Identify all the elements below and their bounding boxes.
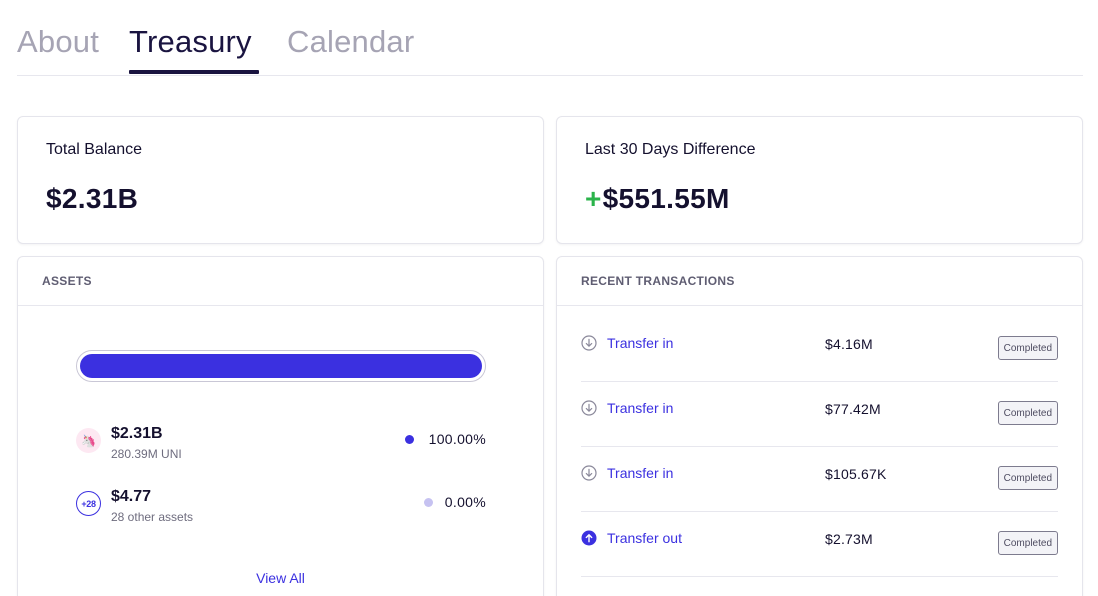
- transaction-type-link[interactable]: Transfer in: [607, 400, 673, 416]
- transaction-amount: $2.73M: [825, 531, 873, 547]
- transaction-type-link[interactable]: Transfer out: [607, 530, 682, 546]
- transaction-row[interactable]: Transfer out $2.73M Completed: [581, 512, 1058, 577]
- asset-percent: 100.00%: [428, 431, 486, 447]
- transaction-amount: $4.16M: [825, 336, 873, 352]
- asset-percent: 0.00%: [444, 494, 486, 510]
- arrow-down-circle-icon: [581, 465, 597, 481]
- arrow-down-circle-icon: [581, 335, 597, 351]
- transactions-title: RECENT TRANSACTIONS: [581, 274, 735, 288]
- total-balance-value: $2.31B: [46, 183, 139, 214]
- assets-panel-header: ASSETS: [18, 257, 543, 306]
- difference-label: Last 30 Days Difference: [585, 141, 756, 158]
- difference-card: Last 30 Days Difference +$551.55M: [556, 116, 1083, 244]
- asset-amount: $2.31B: [111, 425, 163, 442]
- status-badge: Completed: [997, 336, 1058, 360]
- more-assets-icon: +28: [76, 491, 101, 516]
- asset-legend-dot: [424, 498, 433, 507]
- tab-treasury[interactable]: Treasury: [129, 24, 252, 60]
- asset-distribution-bar: [76, 350, 486, 382]
- difference-value: $551.55M: [602, 183, 730, 214]
- asset-quantity: 280.39M UNI: [111, 447, 182, 461]
- transaction-amount: $77.42M: [825, 401, 881, 417]
- assets-title: ASSETS: [42, 274, 92, 288]
- status-badge: Completed: [997, 466, 1058, 490]
- assets-panel: ASSETS 🦄 $2.31B 280.39M UNI 100.00% +28 …: [17, 256, 544, 596]
- transaction-type-link[interactable]: Transfer in: [607, 335, 673, 351]
- total-balance-card: Total Balance $2.31B: [17, 116, 544, 244]
- asset-amount: $4.77: [111, 488, 152, 505]
- tab-about[interactable]: About: [17, 24, 99, 60]
- active-tab-indicator: [129, 70, 259, 74]
- total-balance-label: Total Balance: [46, 141, 143, 158]
- transaction-amount: $105.67K: [825, 466, 887, 482]
- arrow-down-circle-icon: [581, 400, 597, 416]
- difference-value-wrap: +$551.55M: [585, 183, 730, 215]
- asset-distribution-fill: [80, 354, 482, 378]
- asset-quantity: 28 other assets: [111, 510, 194, 524]
- asset-legend-dot: [405, 435, 414, 444]
- transactions-panel: RECENT TRANSACTIONS Transfer in $4.16M C…: [556, 256, 1083, 596]
- transactions-panel-header: RECENT TRANSACTIONS: [557, 257, 1082, 306]
- transaction-row[interactable]: Transfer in $4.16M Completed: [581, 317, 1058, 382]
- uniswap-icon: 🦄: [76, 428, 101, 453]
- tab-bar: About Treasury Calendar: [17, 0, 1083, 76]
- status-badge: Completed: [997, 401, 1058, 425]
- status-badge: Completed: [997, 531, 1058, 555]
- transaction-type-link[interactable]: Transfer in: [607, 465, 673, 481]
- tab-calendar[interactable]: Calendar: [287, 24, 414, 60]
- asset-row-uni[interactable]: 🦄 $2.31B 280.39M UNI 100.00%: [76, 425, 486, 469]
- transaction-row[interactable]: Transfer in $105.67K Completed: [581, 447, 1058, 512]
- asset-row-other[interactable]: +28 $4.77 28 other assets 0.00%: [76, 488, 486, 532]
- arrow-up-circle-icon: [581, 530, 597, 546]
- transaction-row[interactable]: Transfer in $77.42M Completed: [581, 382, 1058, 447]
- view-all-assets-link[interactable]: View All: [18, 570, 543, 586]
- positive-sign: +: [585, 183, 602, 214]
